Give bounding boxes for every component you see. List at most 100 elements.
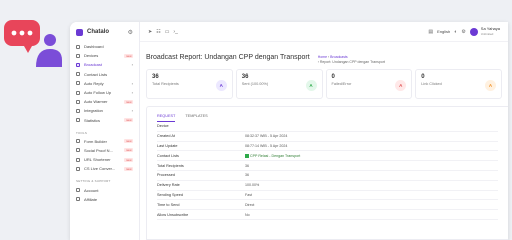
stat-card-sent: 36 Sent (100.00%) A xyxy=(235,69,323,99)
breadcrumb-home[interactable]: Home xyxy=(318,55,327,59)
sidebar-item-social-proof[interactable]: Social Proof N... new xyxy=(70,146,139,155)
table-row: Last Update 08:77:14 WIB - 5 Apr 2024 xyxy=(157,142,498,152)
theme-toggle-icon[interactable]: ◐ xyxy=(454,29,457,35)
detail-value: Fast xyxy=(245,192,252,197)
brand[interactable]: Chatalo ⚙ xyxy=(70,22,139,42)
avatar[interactable] xyxy=(469,27,478,36)
account-icon xyxy=(76,188,80,193)
device-icon xyxy=(76,53,80,58)
stat-card-clicked: 0 Link Clicked A xyxy=(415,69,502,99)
link-icon xyxy=(76,157,80,162)
new-badge: new xyxy=(124,118,133,123)
settings-gear-icon[interactable]: ⚙ xyxy=(128,29,133,36)
report-panel: REQUEST TEMPLATES Device Created At 08:32… xyxy=(146,106,508,240)
sidebar-item-devices[interactable]: Devices new xyxy=(70,51,139,60)
settings-icon[interactable]: ⚙ xyxy=(461,29,465,35)
reply-icon xyxy=(76,81,80,86)
user-role: Unlimited xyxy=(480,31,494,36)
detail-label: Processed xyxy=(157,173,175,178)
chat-icon xyxy=(76,166,80,171)
stat-card-total: 36 Total Recipients A xyxy=(146,69,233,99)
form-icon xyxy=(76,139,80,144)
broadcast-icon xyxy=(76,62,80,67)
detail-value: Direct xyxy=(245,202,255,207)
detail-label: Sending Speed xyxy=(157,192,183,197)
detail-value: 08:77:14 WIB - 5 Apr 2024 xyxy=(245,143,288,148)
tab-request[interactable]: REQUEST xyxy=(157,112,176,122)
new-badge: new xyxy=(124,157,133,162)
table-row: Created At 08:32:37 WIB - 5 Apr 2024 xyxy=(157,132,498,142)
brand-name: Chatalo xyxy=(87,29,110,35)
chat-logo-icon xyxy=(4,20,62,67)
stat-value: 36 xyxy=(241,74,249,80)
new-badge: new xyxy=(124,166,133,171)
detail-label: Device xyxy=(157,124,169,129)
breadcrumb-current: Report: Undangan CPP dengan Transport xyxy=(319,60,385,64)
recipients-icon: A xyxy=(215,80,227,91)
sidebar-item-auto-reply[interactable]: Auto Reply › xyxy=(70,79,139,88)
sidebar-item-contact-lists[interactable]: Contact Lists xyxy=(70,70,139,79)
new-badge: new xyxy=(124,148,133,153)
sidebar-item-auto-follow-up[interactable]: Auto Follow Up › xyxy=(70,88,139,97)
sidebar-item-label: CS Live Conver... xyxy=(84,166,116,172)
detail-label: Created At xyxy=(157,134,175,139)
detail-value: 100.00% xyxy=(245,183,260,188)
user-menu[interactable]: Sa Yahaya Unlimited xyxy=(480,26,500,36)
sidebar-item-account[interactable]: Account xyxy=(70,185,139,194)
stat-value: 0 xyxy=(421,74,425,80)
detail-value: 36 xyxy=(245,163,249,168)
sidebar-item-form-builder[interactable]: Form Builder new xyxy=(70,137,139,146)
app-window: Chatalo ⚙ Dashboard Devices new Broadcast… xyxy=(70,22,508,240)
sidebar-item-integration[interactable]: Integration › xyxy=(70,106,139,115)
language-flag-icon[interactable]: ▤ xyxy=(428,29,433,35)
sent-icon: A xyxy=(305,80,317,91)
user-name: Sa Yahaya xyxy=(480,26,500,31)
sidebar-item-label: Contact Lists xyxy=(84,71,108,77)
sidebar-item-auto-warmer[interactable]: Auto Warmer new xyxy=(70,97,139,106)
language-selector[interactable]: English xyxy=(437,29,450,34)
social-proof-icon xyxy=(76,148,80,153)
sidebar-item-label: Integration xyxy=(84,108,103,114)
stat-card-failed: 0 Failed/Error A xyxy=(325,69,413,99)
tools-section-title: TOOLS xyxy=(76,130,88,135)
table-row: Time to Send Direct xyxy=(157,200,498,211)
breadcrumb-broadcasts[interactable]: Broadcasts xyxy=(330,55,348,59)
sidebar-item-label: Affiliate xyxy=(84,196,98,202)
sidebar-item-label: Account xyxy=(84,187,99,193)
sidebar-item-dashboard[interactable]: Dashboard xyxy=(70,42,139,51)
tab-templates[interactable]: TEMPLATES xyxy=(185,112,207,122)
sidebar-item-label: Auto Warmer xyxy=(84,99,108,105)
sidebar-item-url-shortener[interactable]: URL Shortener new xyxy=(70,155,139,164)
breadcrumb: Home › Broadcasts › Report: Undangan CPP… xyxy=(317,55,385,64)
table-row: Delivery Rate 100.00% xyxy=(157,181,498,191)
command-icon[interactable]: ›_ xyxy=(173,29,177,35)
plug-icon xyxy=(76,108,80,113)
device-icon[interactable]: ▭ xyxy=(165,29,170,35)
details-table: Device Created At 08:32:37 WIB - 5 Apr 20… xyxy=(157,122,498,220)
sidebar-item-statistics[interactable]: Statistics new xyxy=(70,116,139,125)
failed-icon: A xyxy=(395,80,407,91)
stats-row: 36 Total Recipients A 36 Sent (100.00%) … xyxy=(140,69,508,99)
contact-list-link[interactable]: CPP Relasi - Dengan Transport xyxy=(250,154,300,158)
sidebar-item-label: Statistics xyxy=(84,117,101,123)
detail-label: Allow Unsubscribe xyxy=(157,212,189,217)
stat-value: 36 xyxy=(152,74,159,80)
sidebar-item-cs-live[interactable]: CS Live Conver... new xyxy=(70,164,139,173)
sidebar-item-affiliate[interactable]: Affiliate xyxy=(70,195,139,204)
sidebar-item-broadcast[interactable]: Broadcast › xyxy=(70,60,139,69)
send-icon[interactable]: ➤ xyxy=(148,29,152,35)
main-content: Broadcast Report: Undangan CPP dengan Tr… xyxy=(140,42,508,240)
brand-logo-icon xyxy=(76,28,83,36)
table-row: Allow Unsubscribe No xyxy=(157,210,498,220)
detail-value: No xyxy=(245,212,250,217)
detail-label: Total Recipients xyxy=(157,163,184,168)
people-icon[interactable]: ☷ xyxy=(156,29,160,35)
sidebar-item-label: URL Shortener xyxy=(84,157,111,163)
detail-label: Contact Lists xyxy=(157,153,179,158)
detail-label: Time to Send xyxy=(157,202,180,207)
sidebar-item-label: Dashboard xyxy=(84,44,104,50)
flame-icon xyxy=(76,99,80,104)
chevron-right-icon: › xyxy=(131,80,133,86)
page-title: Broadcast Report: Undangan CPP dengan Tr… xyxy=(146,54,310,61)
detail-value: 36 xyxy=(245,173,249,178)
